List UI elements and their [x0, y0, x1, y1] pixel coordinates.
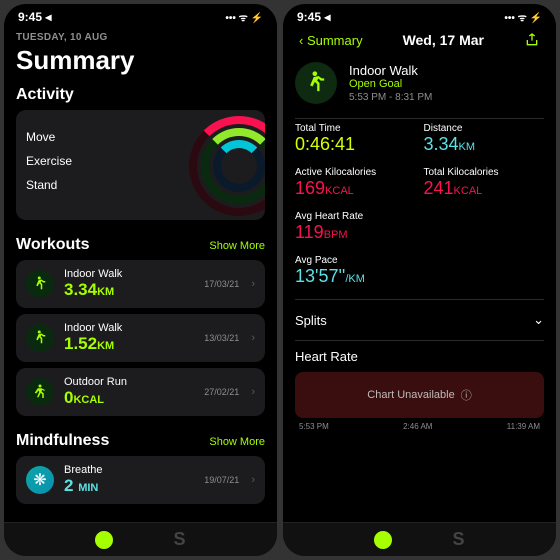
- status-icons: ••• ᯤ ⚡: [504, 10, 542, 24]
- date-label: TUESDAY, 10 AUG: [16, 32, 265, 43]
- workout-goal: Open Goal: [349, 78, 432, 90]
- walk-icon: [295, 62, 337, 104]
- breathe-icon: ❋: [26, 466, 54, 494]
- info-icon: ⓘ: [461, 387, 472, 403]
- workout-name: Indoor Walk: [64, 268, 194, 280]
- workout-value: 3.34KM: [64, 280, 194, 300]
- tab-summary[interactable]: [374, 531, 392, 549]
- show-more-mindfulness[interactable]: Show More: [209, 436, 265, 448]
- workout-name: Indoor Walk: [64, 322, 194, 334]
- tab-summary[interactable]: [95, 531, 113, 549]
- chevron-right-icon: ›: [251, 474, 255, 486]
- workout-value: 0KCAL: [64, 388, 194, 408]
- chart-timeline: 5:53 PM 2:46 AM 11:39 AM: [295, 420, 544, 433]
- tab-bar: S: [4, 522, 277, 556]
- back-button[interactable]: ‹ Summary: [299, 33, 363, 48]
- workout-value: 1.52KM: [64, 334, 194, 354]
- workout-name: Outdoor Run: [64, 376, 194, 388]
- activity-heading: Activity: [16, 86, 265, 104]
- heart-rate-chart: Chart Unavailable ⓘ: [295, 372, 544, 418]
- show-more-workouts[interactable]: Show More: [209, 240, 265, 252]
- splits-row[interactable]: Splits ⌄: [295, 304, 544, 336]
- mindfulness-row[interactable]: ❋ Breathe 2 MIN 19/07/21 ›: [16, 456, 265, 504]
- chevron-down-icon: ⌄: [533, 312, 544, 328]
- workout-time-range: 5:53 PM - 8:31 PM: [349, 92, 432, 103]
- chevron-right-icon: ›: [251, 278, 255, 290]
- run-icon: [26, 378, 54, 406]
- workout-row[interactable]: Indoor Walk 1.52KM 13/03/21 ›: [16, 314, 265, 362]
- workout-date: 27/02/21: [204, 387, 239, 397]
- workout-detail-screen: 9:45 ◂ ••• ᯤ ⚡ ‹ Summary Wed, 17 Mar Ind…: [283, 4, 556, 556]
- status-bar: 9:45 ◂ ••• ᯤ ⚡: [4, 4, 277, 26]
- share-icon[interactable]: [524, 32, 540, 48]
- walk-icon: [26, 270, 54, 298]
- nav-bar: ‹ Summary Wed, 17 Mar: [295, 26, 544, 54]
- walk-icon: [26, 324, 54, 352]
- workout-date: 13/03/21: [204, 333, 239, 343]
- stat-distance: Distance 3.34KM: [424, 123, 545, 155]
- workout-row[interactable]: Outdoor Run 0KCAL 27/02/21 ›: [16, 368, 265, 416]
- tab-other[interactable]: S: [173, 529, 185, 550]
- mind-value: 2 MIN: [64, 476, 194, 496]
- stat-heart-rate: Avg Heart Rate 119BPM: [295, 211, 544, 243]
- workout-date: 17/03/21: [204, 279, 239, 289]
- mind-date: 19/07/21: [204, 475, 239, 485]
- workout-row[interactable]: Indoor Walk 3.34KM 17/03/21 ›: [16, 260, 265, 308]
- stat-total-kcal: Total Kilocalories 241KCAL: [424, 167, 545, 199]
- stats-grid: Total Time 0:46:41 Distance 3.34KM Activ…: [295, 123, 544, 295]
- mind-name: Breathe: [64, 464, 194, 476]
- chevron-right-icon: ›: [251, 332, 255, 344]
- workout-header: Indoor Walk Open Goal 5:53 PM - 8:31 PM: [295, 62, 544, 104]
- page-title: Summary: [16, 45, 265, 76]
- chevron-right-icon: ›: [251, 386, 255, 398]
- tab-bar: S: [283, 522, 556, 556]
- nav-title: Wed, 17 Mar: [403, 32, 484, 48]
- workout-title: Indoor Walk: [349, 63, 432, 78]
- tab-other[interactable]: S: [452, 529, 464, 550]
- workouts-heading: Workouts: [16, 236, 89, 254]
- status-bar: 9:45 ◂ ••• ᯤ ⚡: [283, 4, 556, 26]
- stat-active-kcal: Active Kilocalories 169KCAL: [295, 167, 416, 199]
- stat-total-time: Total Time 0:46:41: [295, 123, 416, 155]
- heart-rate-heading: Heart Rate: [295, 345, 544, 368]
- activity-card[interactable]: Move Exercise Stand: [16, 110, 265, 220]
- activity-rings-icon: [189, 116, 265, 220]
- stat-avg-pace: Avg Pace 13'57''/KM: [295, 255, 544, 287]
- status-icons: ••• ᯤ ⚡: [225, 10, 263, 24]
- clock: 9:45 ◂: [18, 10, 51, 24]
- mindfulness-heading: Mindfulness: [16, 432, 109, 450]
- clock: 9:45 ◂: [297, 10, 330, 24]
- summary-screen: 9:45 ◂ ••• ᯤ ⚡ TUESDAY, 10 AUG Summary A…: [4, 4, 277, 556]
